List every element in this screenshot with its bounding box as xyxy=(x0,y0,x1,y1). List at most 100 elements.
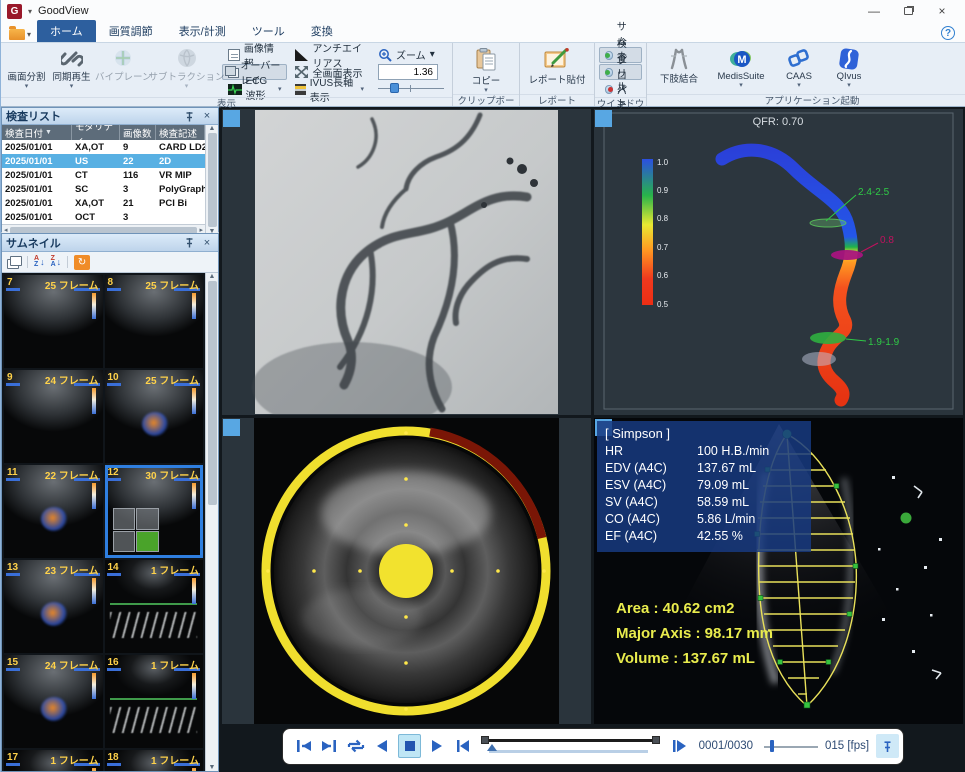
thumbnail-16[interactable]: 161 フレーム xyxy=(105,655,204,748)
zoom-value-input[interactable] xyxy=(378,64,438,80)
caas-button[interactable]: CAAS▾ xyxy=(775,46,823,94)
thumbnail-11[interactable]: 1122 フレーム xyxy=(4,465,103,558)
thumbnail-scrollbar[interactable]: ▲▼ xyxy=(205,273,218,771)
skip-to-start-button[interactable] xyxy=(295,735,314,757)
overlay-icon xyxy=(228,66,237,78)
app-logo-icon: G xyxy=(7,4,22,19)
tab-home[interactable]: ホーム xyxy=(37,20,96,42)
zoom-slider[interactable] xyxy=(378,82,444,94)
zoom-icon xyxy=(378,48,392,62)
vertical-scrollbar[interactable]: ▲▼ xyxy=(205,125,218,235)
restore-icon xyxy=(904,7,913,15)
ecg-wave-button[interactable]: ECG波形▾ xyxy=(222,81,288,97)
screen-split-button[interactable]: 画面分割▾ xyxy=(5,46,48,94)
viewport-ivus[interactable] xyxy=(222,418,591,724)
svg-text:M: M xyxy=(737,54,746,66)
window-title: GoodView xyxy=(38,5,89,17)
thumbnail-7[interactable]: 725 フレーム xyxy=(4,275,103,368)
tab-tools[interactable]: ツール xyxy=(239,20,298,42)
antialias-button[interactable]: アンチエイリアス xyxy=(289,47,370,63)
tab-convert[interactable]: 変換 xyxy=(298,20,346,42)
thumbnail-8[interactable]: 825 フレーム xyxy=(105,275,204,368)
titlebar: G ▾ GoodView — × xyxy=(1,0,965,22)
range-handle-start[interactable] xyxy=(481,736,489,744)
exam-row-selected[interactable]: 2025/01/01US222D xyxy=(2,154,205,168)
ivus-long-axis-icon xyxy=(295,84,305,95)
report-paste-icon xyxy=(544,48,570,71)
group-label-clipboard: クリップボード xyxy=(453,94,519,108)
qfr-annotation-value: 0.8 xyxy=(880,235,894,246)
copy-button[interactable]: コピー▾ xyxy=(457,46,515,94)
viewport-echo[interactable]: [ Simpson ] HR100 H.B./min EDV (A4C)137.… xyxy=(594,418,963,724)
close-button[interactable]: × xyxy=(925,1,959,21)
pin-icon[interactable] xyxy=(182,109,196,123)
exam-row[interactable]: 2025/01/01XA,OT9CARD LD2018 xyxy=(2,140,205,154)
step-forward-button[interactable] xyxy=(669,735,688,757)
range-handle-end[interactable] xyxy=(652,736,660,744)
sort-descending-icon[interactable]: ZA↓ xyxy=(51,254,62,270)
play-button[interactable] xyxy=(428,735,447,757)
layout-icon[interactable] xyxy=(7,256,21,268)
report-paste-button[interactable]: レポート貼付 xyxy=(524,46,590,94)
folder-icon xyxy=(9,29,25,40)
playhead-marker[interactable] xyxy=(487,744,497,751)
thumbnail-14[interactable]: 141 フレーム xyxy=(105,560,204,653)
exam-row[interactable]: 2025/01/01SC3PolyGraph NH xyxy=(2,182,205,196)
ivus-long-axis-button[interactable]: IVUS長軸表示▾ xyxy=(289,81,370,97)
fps-slider-handle[interactable] xyxy=(770,740,774,752)
medis-suite-button[interactable]: M MedisSuite▾ xyxy=(709,46,773,94)
toggle-off-icon xyxy=(605,85,613,94)
exam-list-header[interactable]: 検査日付▼ モダリティ 画像数 検査記述 xyxy=(2,125,205,140)
close-icon[interactable]: × xyxy=(200,109,214,123)
exam-row[interactable]: 2025/01/01OCT3 xyxy=(2,210,205,224)
stop-button[interactable] xyxy=(398,734,421,758)
image-info-icon xyxy=(228,49,240,61)
tab-display-measure[interactable]: 表示/計測 xyxy=(166,20,239,42)
playbar-pin-button[interactable] xyxy=(876,734,898,758)
thumbnail-13[interactable]: 1323 フレーム xyxy=(4,560,103,653)
thumbnail-18[interactable]: 181 フレーム xyxy=(105,750,204,771)
pin-icon[interactable] xyxy=(182,236,196,250)
exam-row[interactable]: 2025/01/01XA,OT21PCI Bi xyxy=(2,196,205,210)
svg-text:0.8: 0.8 xyxy=(657,214,669,223)
viewport-angiography[interactable] xyxy=(222,109,591,415)
left-sidebar: 検査リスト × 検査日付▼ モダリティ 画像数 検査記述 xyxy=(1,107,219,772)
thumbnail-15[interactable]: 1524 フレーム xyxy=(4,655,103,748)
skip-to-end-button[interactable] xyxy=(320,735,339,757)
loop-button[interactable] xyxy=(346,735,366,757)
viewport-marker xyxy=(223,110,240,127)
fps-slider[interactable] xyxy=(764,739,818,753)
sort-ascending-icon[interactable]: AZ↓ xyxy=(34,254,45,270)
exam-list-panel: 検査リスト × 検査日付▼ モダリティ 画像数 検査記述 xyxy=(1,107,219,232)
thumbnail-12-selected[interactable]: 1230 フレーム xyxy=(105,465,204,558)
minimize-button[interactable]: — xyxy=(857,1,891,21)
thumbnail-17[interactable]: 171 フレーム xyxy=(4,750,103,771)
maximize-button[interactable] xyxy=(891,1,925,21)
viewport-qfr[interactable]: QFR: 0.70 1.0 0.9 0.8 0.7 0.6 0.5 xyxy=(594,109,963,415)
volume-value: Volume : 137.67 mL xyxy=(616,646,773,671)
zoom-slider-handle[interactable] xyxy=(390,83,399,93)
refresh-icon[interactable]: ↻ xyxy=(74,255,90,270)
step-back-button[interactable] xyxy=(454,735,473,757)
property-toggle-button[interactable]: プロパティ xyxy=(599,81,642,97)
exam-row[interactable]: 2025/01/01CT116VR MIP xyxy=(2,168,205,182)
group-label-report: レポート xyxy=(520,94,594,108)
playback-bar: 0001/0030 015 [fps] xyxy=(282,728,904,765)
file-menu-button[interactable]: ▾ xyxy=(7,29,37,42)
echo-measurements: Area : 40.62 cm2 Major Axis : 98.17 mm V… xyxy=(616,596,773,671)
play-reverse-button[interactable] xyxy=(373,735,392,757)
area-value: Area : 40.62 cm2 xyxy=(616,596,773,621)
qfr-annotation-bottom: 1.9-1.9 xyxy=(868,337,900,348)
help-icon[interactable]: ? xyxy=(941,26,955,40)
leg-join-button[interactable]: 下肢結合 xyxy=(651,46,707,94)
qivus-button[interactable]: QIvus▾ xyxy=(825,46,873,94)
thumbnail-10[interactable]: 1025 フレーム xyxy=(105,370,204,463)
quick-access-caret-icon[interactable]: ▾ xyxy=(28,7,32,16)
close-icon[interactable]: × xyxy=(200,236,214,250)
zoom-dropdown-button[interactable]: ズーム▾ xyxy=(378,47,444,62)
frame-slider[interactable] xyxy=(479,735,662,757)
qfr-3d-vessel: QFR: 0.70 1.0 0.9 0.8 0.7 0.6 0.5 xyxy=(594,109,963,415)
thumbnail-9[interactable]: 924 フレーム xyxy=(4,370,103,463)
sync-play-button[interactable]: 同期再生▾ xyxy=(50,46,93,94)
tab-image-quality[interactable]: 画質調節 xyxy=(96,20,166,42)
